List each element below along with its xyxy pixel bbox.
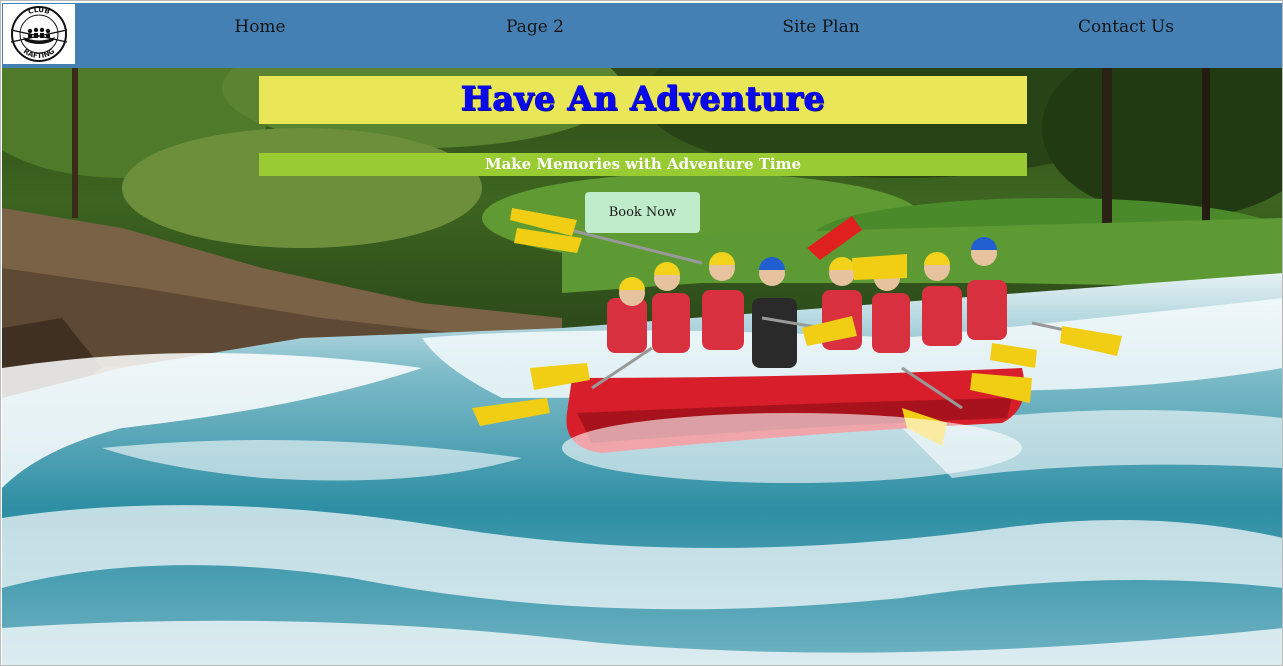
club-rafting-logo[interactable]: CLUB RAFTING	[3, 4, 75, 64]
book-now-button[interactable]: Book Now	[585, 192, 700, 233]
hero-subtitle-banner: Make Memories with Adventure Time	[259, 153, 1027, 176]
hero-title-banner: Have An Adventure	[259, 76, 1027, 124]
nav-link-site-plan[interactable]: Site Plan	[782, 17, 859, 37]
nav-link-home[interactable]: Home	[234, 17, 285, 37]
hero-title: Have An Adventure	[460, 78, 826, 118]
hero-subtitle: Make Memories with Adventure Time	[484, 155, 802, 173]
page-frame: CLUB RAFTING Home Page 2 Site Plan Conta…	[0, 0, 1283, 666]
nav-link-contact-us[interactable]: Contact Us	[1078, 17, 1174, 37]
nav-link-page-2[interactable]: Page 2	[506, 17, 564, 37]
navigation-bar: CLUB RAFTING Home Page 2 Site Plan Conta…	[2, 3, 1282, 68]
